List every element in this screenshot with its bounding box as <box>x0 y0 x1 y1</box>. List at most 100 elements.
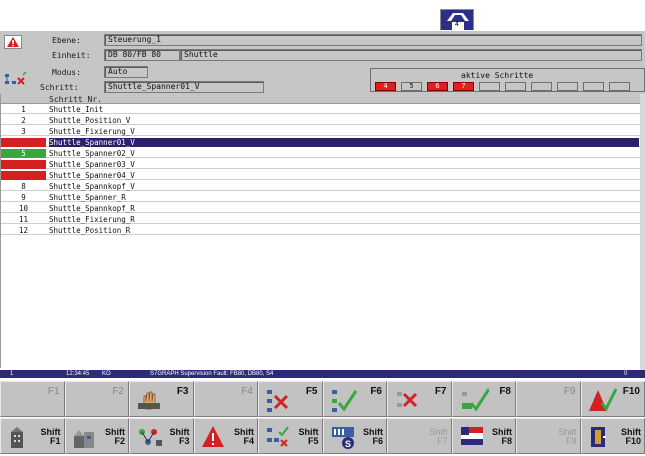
function-key-f7[interactable]: Shift F7 <box>387 418 452 454</box>
step-name: Shuttle_Fixierung_R <box>49 215 135 224</box>
einheit-label: Einheit: <box>52 51 91 60</box>
step-name: Shuttle_Position_R <box>49 226 131 235</box>
function-key-f3[interactable]: Shift F3 <box>129 418 194 454</box>
steps-status-icon[interactable] <box>4 71 32 88</box>
steps-check-icon <box>265 424 295 454</box>
function-key-f7[interactable]: F7 <box>387 381 452 417</box>
step-table: Schritt Nr. 1 Shuttle_Init 2 Shuttle_Positi… <box>0 94 641 368</box>
schritt-value: Shuttle_Spanner01_V <box>108 82 200 91</box>
alarm-bell-button[interactable] <box>4 35 22 49</box>
logo-digit: 4 <box>455 21 459 28</box>
function-key-f5[interactable]: F5 <box>258 381 323 417</box>
function-key-f5[interactable]: Shift F5 <box>258 418 323 454</box>
step-name: Shuttle_Spanner03_V <box>49 160 135 169</box>
active-step-cell: 7 <box>453 82 474 91</box>
step-name: Shuttle_Position_V <box>49 116 131 125</box>
table-row[interactable]: 3 Shuttle_Fixierung_V <box>1 127 641 136</box>
ebene-value: Steuerung_1 <box>108 35 161 44</box>
shift-key-label: Shift F8 <box>492 428 512 446</box>
fkey-text: F10 <box>622 386 640 397</box>
function-key-f4[interactable]: Shift F4 <box>193 418 258 454</box>
step-number: 2 <box>21 116 26 125</box>
ebene-field: Steuerung_1 <box>104 34 642 46</box>
fkey-text: F7 <box>436 436 448 446</box>
function-key-f8[interactable]: F8 <box>451 381 516 417</box>
plant-icon <box>72 424 102 454</box>
s7-graph-icon: S <box>330 424 360 454</box>
table-row[interactable]: 10 Shuttle_Spannkopf_R <box>1 204 641 213</box>
table-row[interactable]: 5 Shuttle_Spanner02_V <box>1 149 641 158</box>
status-time: 12:34:45 <box>66 371 90 377</box>
building-icon <box>7 424 37 454</box>
table-row[interactable]: 12 Shuttle_Position_R <box>1 226 641 235</box>
shift-key-label: Shift F9 <box>558 428 576 446</box>
step-name: Shuttle_Spannkopf_V <box>49 182 135 191</box>
table-row[interactable]: 4 Shuttle_Spanner01_V <box>1 138 641 147</box>
fkey-text: F8 <box>501 436 512 446</box>
einheit-db-value: DB 80/FB 80 <box>108 50 161 59</box>
active-step-cell <box>531 82 552 91</box>
fkey-text: F4 <box>241 386 253 397</box>
step-name: Shuttle_Spanner04_V <box>49 171 135 180</box>
step-number: 12 <box>18 226 29 235</box>
exit-icon <box>588 424 618 454</box>
active-step-cell <box>557 82 578 91</box>
function-key-f4[interactable]: F4 <box>193 381 258 417</box>
function-key-f6[interactable]: S Shift F6 <box>322 418 387 454</box>
function-key-f1[interactable]: F1 <box>0 381 65 417</box>
shift-key-label: Shift F10 <box>621 428 641 446</box>
fkey-text: F10 <box>625 436 641 446</box>
table-row[interactable]: 8 Shuttle_Spannkopf_V <box>1 182 641 191</box>
active-step-cell <box>505 82 526 91</box>
step-number: 11 <box>18 215 29 224</box>
warning-check-icon <box>588 387 618 417</box>
step-number: 8 <box>21 182 26 191</box>
step-number: 7 <box>1 171 46 180</box>
fkey-text: F6 <box>370 386 382 397</box>
active-step-cell <box>583 82 604 91</box>
function-key-f6[interactable]: F6 <box>322 381 387 417</box>
function-key-f10[interactable]: F10 <box>580 381 645 417</box>
step-number: 3 <box>21 127 26 136</box>
table-row[interactable]: 2 Shuttle_Position_V <box>1 116 641 125</box>
active-step-cell: 5 <box>401 82 422 91</box>
function-key-f9[interactable]: F9 <box>516 381 581 417</box>
step-number: 5 <box>1 149 46 158</box>
network-icon <box>136 424 166 454</box>
fkey-text: F6 <box>372 436 383 446</box>
fkey-text: F5 <box>305 386 318 397</box>
function-key-f2[interactable]: F2 <box>64 381 129 417</box>
step-name: Shuttle_Spannkopf_R <box>49 204 135 213</box>
table-row[interactable]: 7 Shuttle_Spanner04_V <box>1 171 641 180</box>
active-step-cell: 4 <box>375 82 396 91</box>
svg-text:S: S <box>345 439 351 449</box>
status-bar: 1 12:34:45 KO S7GRAPH Supervision Fault:… <box>0 370 645 378</box>
header-panel: Ebene: Steuerung_1 Einheit: DB 80/FB 80 … <box>0 30 645 94</box>
table-row[interactable]: 11 Shuttle_Fixierung_R <box>1 215 641 224</box>
shift-key-label: Shift F5 <box>299 428 319 446</box>
fkey-text: F8 <box>499 386 511 397</box>
step-name: Shuttle_Spanner02_V <box>49 149 135 158</box>
function-key-f2[interactable]: Shift F2 <box>64 418 129 454</box>
function-key-f9[interactable]: Shift F9 <box>516 418 581 454</box>
step-number: 10 <box>18 204 29 213</box>
function-key-f3[interactable]: F3 <box>129 381 194 417</box>
scrollbar[interactable] <box>640 94 645 374</box>
fkey-text: F1 <box>47 386 60 397</box>
table-row[interactable]: 9 Shuttle_Spanner_R <box>1 193 641 202</box>
fkey-text: F7 <box>434 386 447 397</box>
warning-triangle-icon <box>201 424 231 454</box>
fkey-text: F9 <box>565 436 577 446</box>
table-row[interactable]: 6 Shuttle_Spanner03_V <box>1 160 641 169</box>
step-name: Shuttle_Fixierung_V <box>49 127 135 136</box>
function-key-f8[interactable]: Shift F8 <box>451 418 516 454</box>
alarm-bell-icon <box>7 37 19 47</box>
function-key-f10[interactable]: Shift F10 <box>580 418 645 454</box>
table-row[interactable]: 1 Shuttle_Init <box>1 105 641 114</box>
step-name: Shuttle_Spanner01_V <box>49 138 639 147</box>
fkey-text: F3 <box>176 386 189 397</box>
modus-field: Auto <box>104 66 148 78</box>
step-number: 1 <box>21 105 26 114</box>
function-key-f1[interactable]: Shift F1 <box>0 418 65 454</box>
fkey-text: F5 <box>307 436 319 446</box>
